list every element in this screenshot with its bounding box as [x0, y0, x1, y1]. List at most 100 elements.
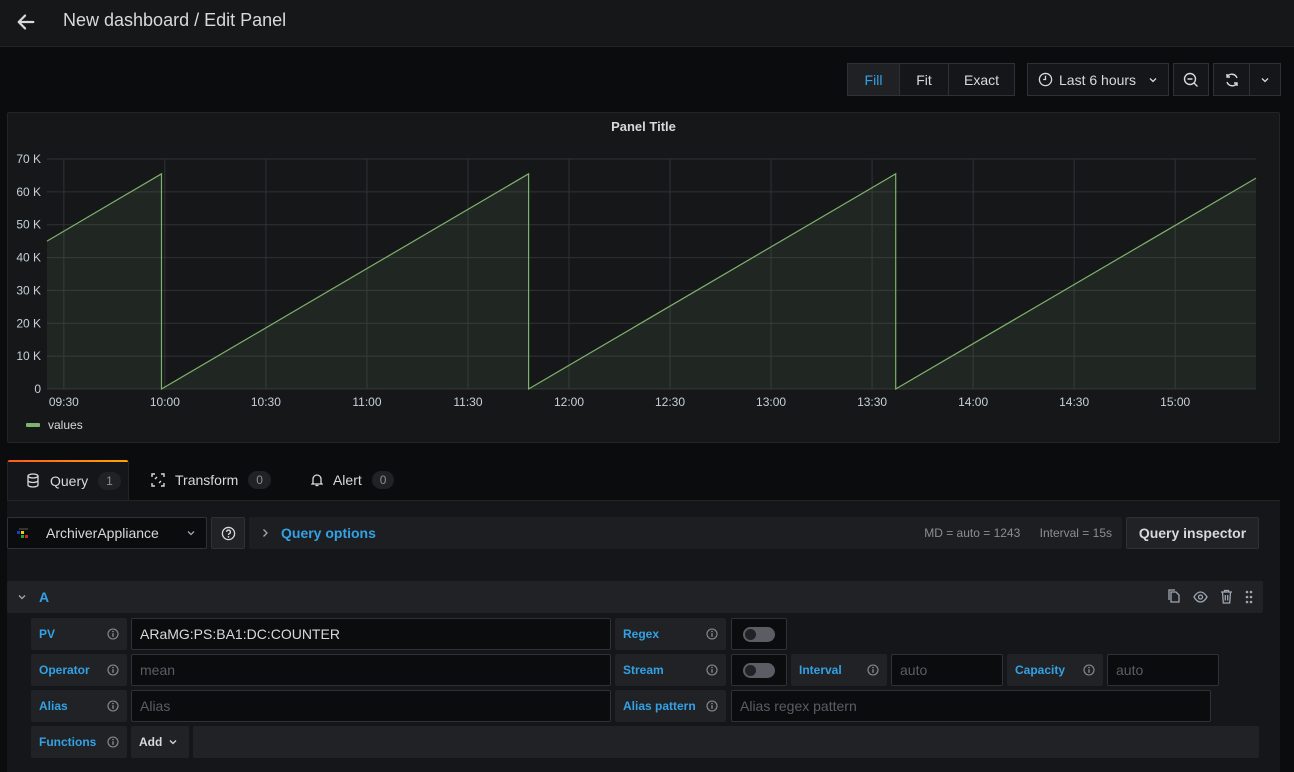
operator-label: Operator: [31, 654, 127, 686]
y-tick-label: 10 K: [16, 349, 41, 363]
interval-input[interactable]: auto: [891, 654, 1003, 686]
y-tick-label: 20 K: [16, 316, 41, 330]
transform-count-badge: 0: [248, 471, 271, 489]
back-button[interactable]: [12, 8, 40, 36]
tab-label: Transform: [175, 472, 239, 488]
tab-query[interactable]: Query 1: [7, 460, 129, 500]
chevron-down-icon: [187, 531, 195, 536]
stream-toggle[interactable]: [731, 654, 787, 686]
x-tick-label: 09:30: [49, 395, 79, 409]
info-icon[interactable]: [107, 628, 119, 640]
add-function-button[interactable]: Add: [131, 726, 189, 758]
panel: Panel Title 0 10 K 20 K 30 K 40 K 50 K 60 K 70 …: [7, 112, 1280, 443]
alias-input[interactable]: Alias: [131, 690, 611, 722]
chevron-right-icon: [263, 529, 268, 537]
regex-toggle[interactable]: [731, 618, 787, 650]
query-editor: ArchiverAppliance Query options MD = aut…: [7, 500, 1280, 772]
zoom-out-icon: [1183, 72, 1198, 87]
max-datapoints-info: MD = auto = 1243: [924, 526, 1021, 540]
regex-label-text: Regex: [623, 627, 660, 641]
chevron-down-icon: [1261, 77, 1269, 82]
tab-label: Query: [50, 472, 89, 489]
info-icon[interactable]: [1083, 664, 1095, 676]
pv-input[interactable]: ARaMG:PS:BA1:DC:COUNTER: [131, 618, 611, 650]
alias-pattern-label: Alias pattern: [615, 690, 726, 722]
x-tick-label: 12:30: [655, 395, 685, 409]
transform-icon: [151, 473, 165, 487]
eye-icon: [1193, 590, 1208, 603]
alias-label-text: Alias: [39, 699, 68, 713]
query-count-badge: 1: [98, 471, 121, 490]
fit-mode-button[interactable]: Fit: [899, 63, 948, 96]
query-inspector-button[interactable]: Query inspector: [1126, 517, 1259, 549]
clock-icon: [1038, 72, 1053, 87]
refresh-interval-button[interactable]: [1249, 63, 1281, 96]
query-options-toggle[interactable]: Query options MD = auto = 1243 Interval …: [249, 517, 1122, 549]
functions-area: [193, 726, 1259, 758]
duplicate-icon: [1168, 589, 1180, 603]
zoom-out-button[interactable]: [1173, 63, 1209, 96]
query-row-header: A: [7, 581, 1263, 613]
interval-label-text: Interval: [799, 663, 842, 677]
info-icon[interactable]: [706, 664, 718, 676]
x-tick-label: 14:30: [1059, 395, 1089, 409]
x-tick-label: 11:00: [352, 395, 381, 409]
capacity-label-text: Capacity: [1015, 663, 1066, 677]
add-function-label: Add: [139, 735, 163, 749]
chevron-down-icon: [1149, 77, 1157, 82]
operator-input[interactable]: mean: [131, 654, 611, 686]
stream-label: Stream: [615, 654, 726, 686]
capacity-input[interactable]: auto: [1107, 654, 1219, 686]
refresh-icon: [1225, 73, 1238, 86]
duplicate-query-button[interactable]: [1167, 589, 1181, 604]
alert-count-badge: 0: [371, 471, 395, 489]
chevron-down-icon[interactable]: [17, 592, 27, 602]
y-tick-label: 30 K: [16, 283, 41, 297]
time-range-picker[interactable]: Last 6 hours: [1027, 63, 1169, 96]
fill-mode-button[interactable]: Fill: [847, 63, 899, 96]
refresh-button[interactable]: [1213, 63, 1249, 96]
info-icon[interactable]: [107, 736, 119, 748]
x-tick-label: 13:00: [756, 395, 786, 409]
tab-label: Alert: [332, 472, 362, 488]
info-icon[interactable]: [706, 700, 718, 712]
legend-label[interactable]: values: [48, 418, 83, 432]
pv-label-text: PV: [39, 627, 56, 641]
legend: values: [26, 418, 83, 432]
capacity-label: Capacity: [1007, 654, 1103, 686]
info-icon[interactable]: [107, 664, 119, 676]
trash-icon: [1221, 589, 1232, 604]
time-series-chart[interactable]: 0 10 K 20 K 30 K 40 K 50 K 60 K 70 K 09:30 10:00 1…: [8, 113, 1281, 413]
series-area: [47, 173, 1256, 389]
y-tick-label: 50 K: [16, 218, 41, 232]
datasource-picker[interactable]: ArchiverAppliance: [7, 517, 207, 549]
query-options-label: Query options: [281, 525, 376, 541]
arrow-left-icon: [17, 14, 35, 30]
interval-label: Interval: [791, 654, 887, 686]
exact-mode-button[interactable]: Exact: [948, 63, 1015, 96]
editor-tabs: Query 1 Transform 0 Alert 0: [7, 460, 412, 500]
tab-transform[interactable]: Transform 0: [133, 460, 289, 500]
datasource-help-button[interactable]: [211, 517, 245, 549]
alias-label: Alias: [31, 690, 127, 722]
alias-pattern-label-text: Alias pattern: [623, 699, 696, 713]
x-tick-label: 12:00: [554, 395, 584, 409]
y-tick-label: 0: [34, 382, 41, 396]
drag-query-handle[interactable]: [1245, 590, 1253, 604]
x-tick-label: 15:00: [1160, 395, 1190, 409]
delete-query-button[interactable]: [1220, 589, 1233, 604]
functions-label: Functions: [31, 726, 127, 758]
info-icon[interactable]: [706, 628, 718, 640]
info-icon[interactable]: [107, 700, 119, 712]
query-ref-id[interactable]: A: [39, 589, 49, 605]
archiver-logo-icon: [17, 528, 28, 538]
alias-pattern-input[interactable]: Alias regex pattern: [731, 690, 1211, 722]
info-icon[interactable]: [867, 664, 879, 676]
regex-label: Regex: [615, 618, 726, 650]
tab-alert[interactable]: Alert 0: [293, 460, 412, 500]
top-bar: New dashboard / Edit Panel: [0, 0, 1294, 47]
y-tick-label: 60 K: [16, 185, 41, 199]
toggle-query-visibility-button[interactable]: [1193, 590, 1208, 603]
display-mode-group: Fill Fit Exact: [847, 63, 1015, 96]
pv-label: PV: [31, 618, 127, 650]
